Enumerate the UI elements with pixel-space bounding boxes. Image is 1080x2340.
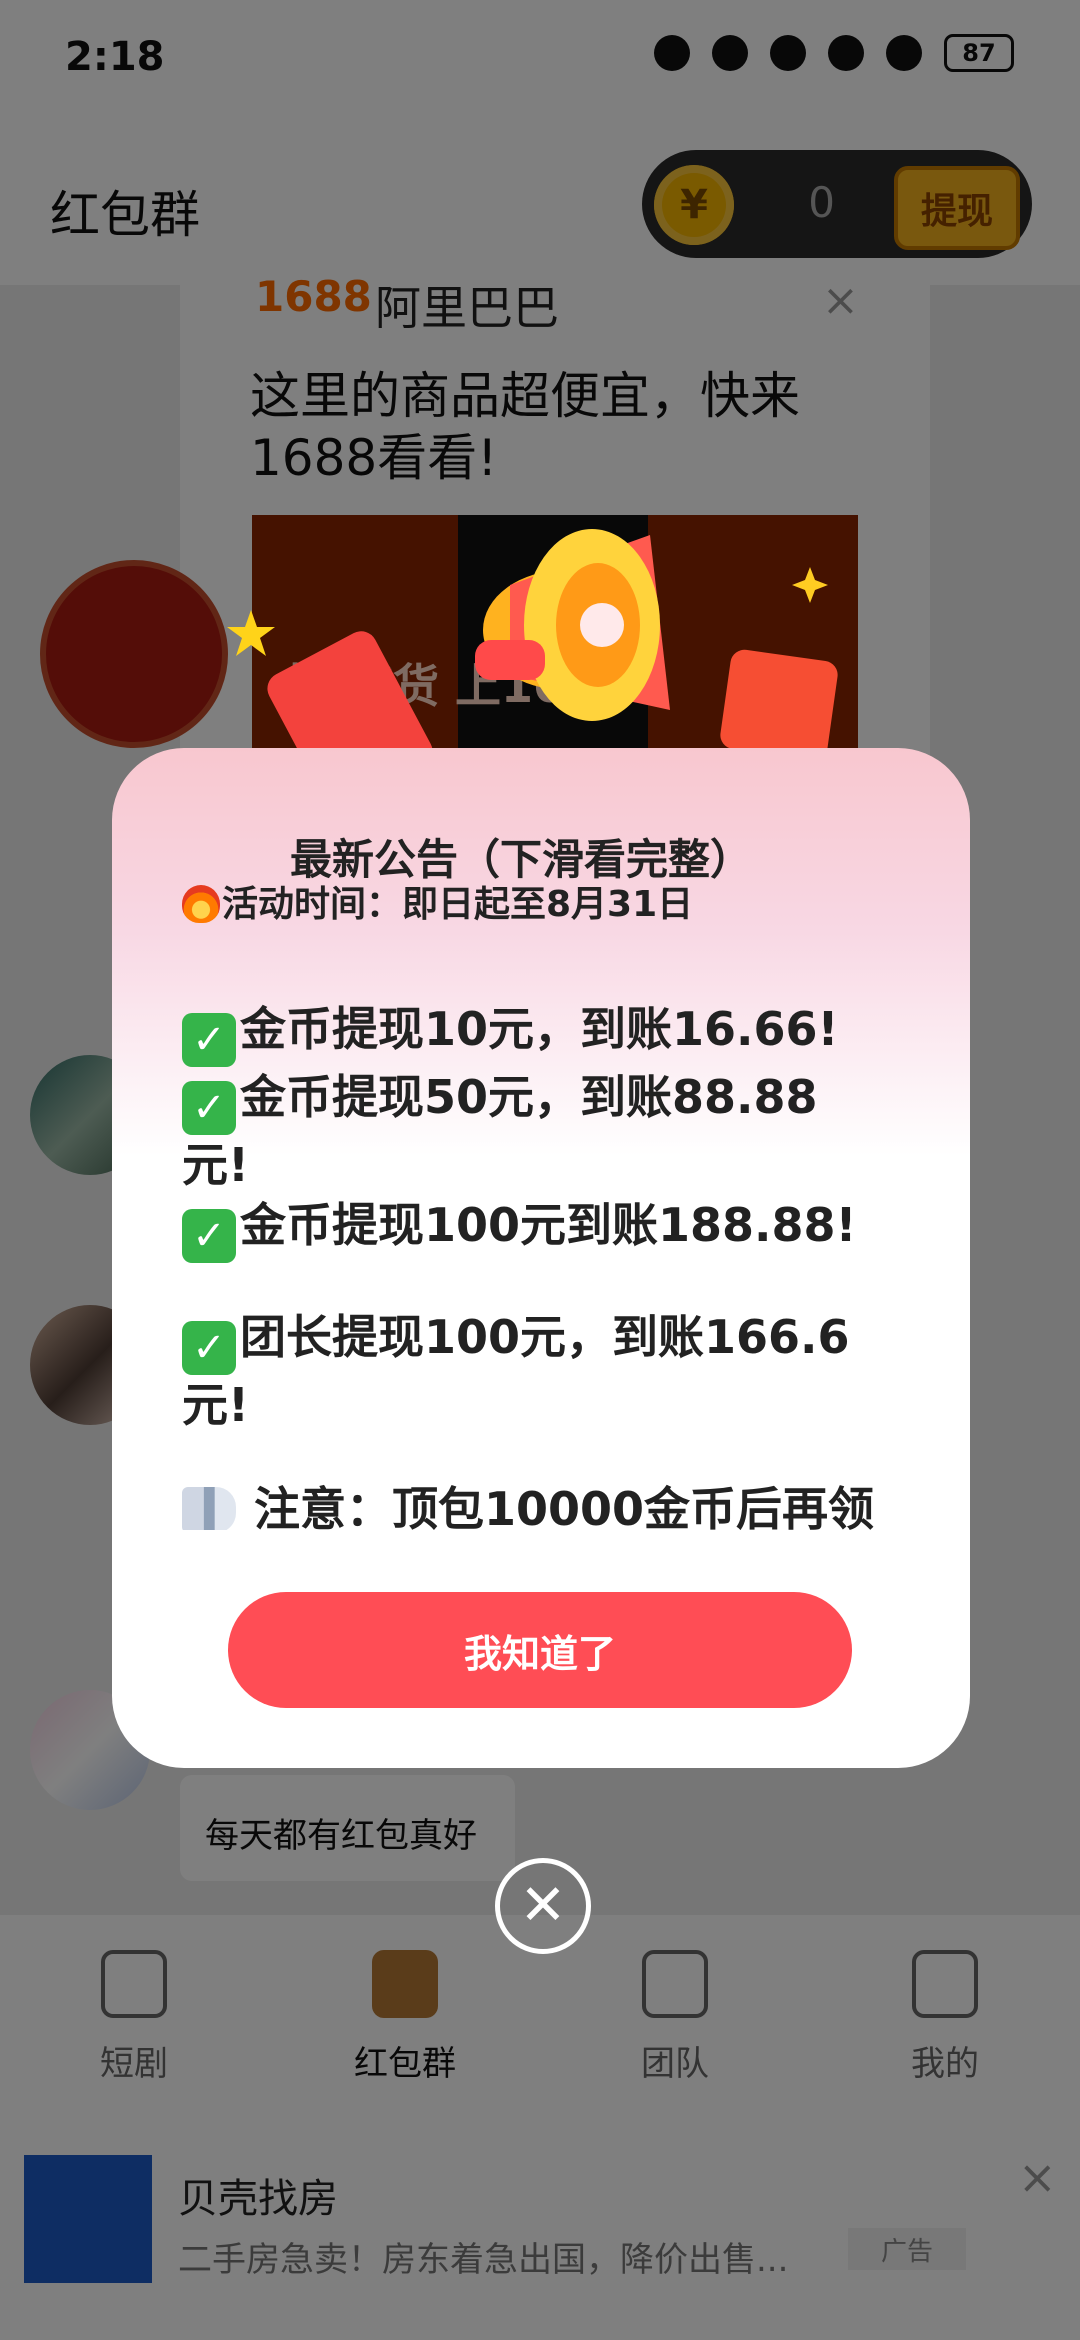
check-icon: ✓ <box>182 1209 236 1263</box>
check-icon: ✓ <box>182 1013 236 1067</box>
announcement-item: ✓ 金币提现10元，到账16.66! <box>182 999 882 1067</box>
star-icon <box>792 567 828 603</box>
announcement-item-text: 金币提现50元，到账88.88元! <box>182 1070 818 1192</box>
notice-text: 注意：顶包10000金币后再领取！ <box>254 1482 875 1530</box>
announcement-item: ✓ 金币提现100元到账188.88! <box>182 1195 882 1263</box>
announcement-item: ✓ 团长提现100元，到账166.6元! <box>182 1307 882 1435</box>
acknowledge-button[interactable]: 我知道了 <box>228 1592 852 1708</box>
megaphone-icon <box>475 529 670 721</box>
notice-line: 注意：顶包10000金币后再领取！ <box>182 1479 882 1530</box>
activity-time-text: 活动时间：即日起至8月31日 <box>222 884 694 925</box>
announcement-content[interactable]: 活动时间：即日起至8月31日 ✓ 金币提现10元，到账16.66! ✓ 金币提现50… <box>182 875 882 1530</box>
activity-time-line: 活动时间：即日起至8月31日 <box>182 875 882 927</box>
megaphone-icon <box>182 1487 236 1530</box>
check-icon: ✓ <box>182 1081 236 1135</box>
announcement-item-text: 金币提现10元，到账16.66! <box>240 1002 839 1056</box>
fire-icon <box>182 885 220 923</box>
announcement-item: ✓ 金币提现50元，到账88.88元! <box>182 1067 882 1195</box>
check-icon: ✓ <box>182 1321 236 1375</box>
announcement-item-text: 金币提现100元到账188.88! <box>240 1198 857 1252</box>
star-icon <box>227 610 275 656</box>
red-packet-icon <box>718 647 840 763</box>
announcement-item-text: 团长提现100元，到账166.6元! <box>182 1310 850 1432</box>
close-icon[interactable]: ✕ <box>495 1858 591 1954</box>
